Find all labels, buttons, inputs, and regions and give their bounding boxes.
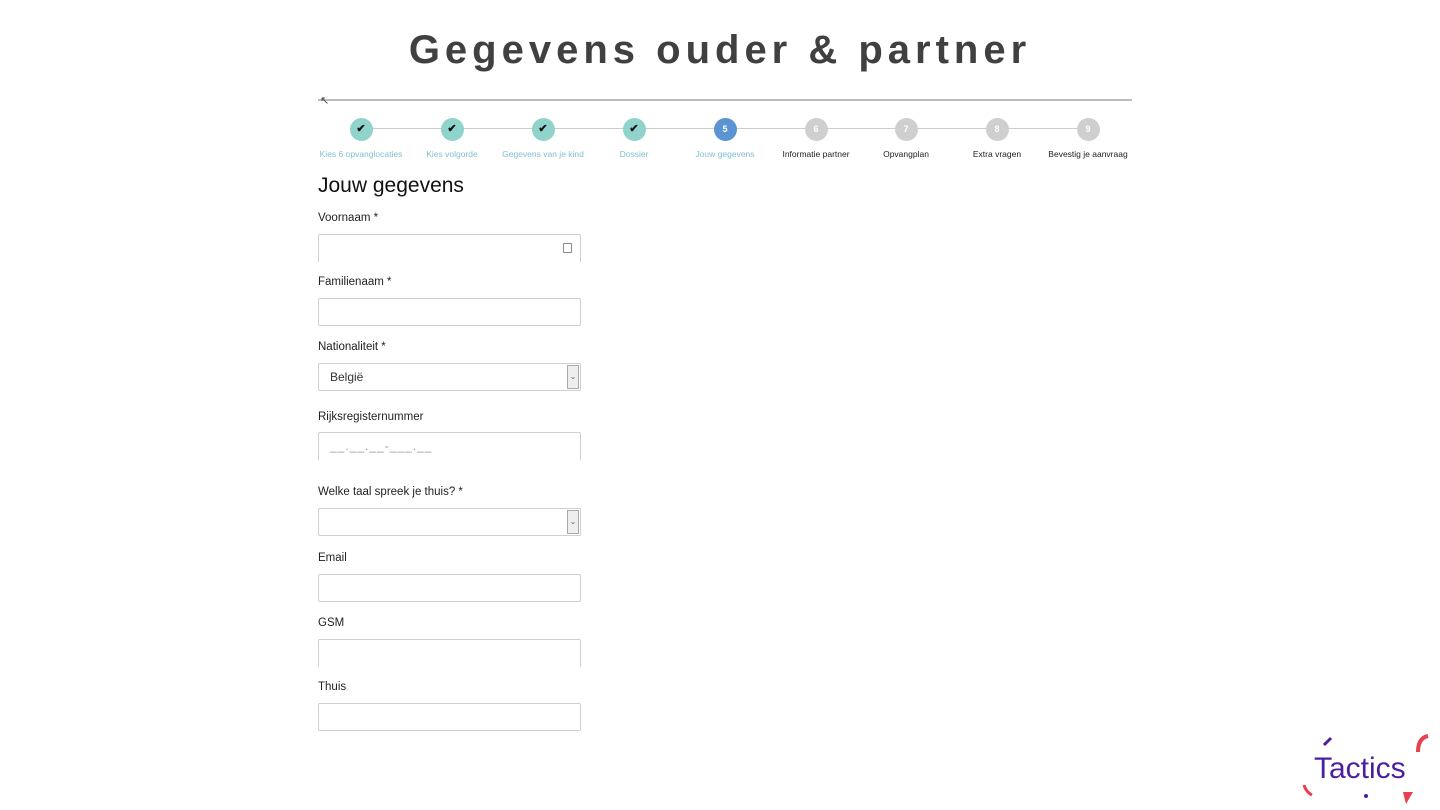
thuis-input[interactable] [318,703,581,731]
chevron-down-icon[interactable]: ⌄ [567,365,579,389]
gsm-label: GSM [318,617,345,629]
form-heading: Jouw gegevens [318,174,464,197]
voornaam-input[interactable] [318,234,581,262]
rijksregister-input[interactable]: __.__.__-___.__ [318,432,581,460]
step-number: 7 [894,118,918,141]
taal-label: Welke taal spreek je thuis? * [318,486,463,498]
check-icon: ✔ [349,118,373,141]
check-icon: ✔ [622,118,646,141]
cursor-icon: ↖ [320,95,330,107]
familienaam-input[interactable] [318,298,581,326]
divider [318,99,1132,101]
thuis-label: Thuis [318,681,347,693]
rijksregister-placeholder: __.__.__-___.__ [330,439,433,453]
rijksregister-label: Rijksregisternummer [318,411,424,423]
chevron-down-icon[interactable]: ⌄ [567,510,579,534]
step-9[interactable]: 9 Bevestig je aanvraag [1028,118,1148,159]
email-label: Email [318,552,347,564]
email-input[interactable] [318,574,581,602]
nationaliteit-value: België [330,370,364,384]
slide-title: Gegevens ouder & partner [408,28,1032,72]
tactics-logo: Tactics [1300,730,1435,805]
step-number: 9 [1076,118,1100,141]
familienaam-label: Familienaam * [318,276,392,288]
nationaliteit-label: Nationaliteit * [318,341,386,353]
logo-text: Tactics [1314,752,1406,785]
step-number: 5 [713,118,737,141]
voornaam-label: Voornaam * [318,212,379,224]
check-icon: ✔ [531,118,555,141]
step-number: 6 [804,118,828,141]
nationaliteit-select[interactable]: België ⌄ [318,363,581,391]
taal-select[interactable]: ⌄ [318,508,581,536]
autofill-icon[interactable] [563,243,572,253]
check-icon: ✔ [440,118,464,141]
step-label: Bevestig je aanvraag [1048,149,1128,159]
gsm-input[interactable] [318,639,581,667]
step-number: 8 [985,118,1009,141]
